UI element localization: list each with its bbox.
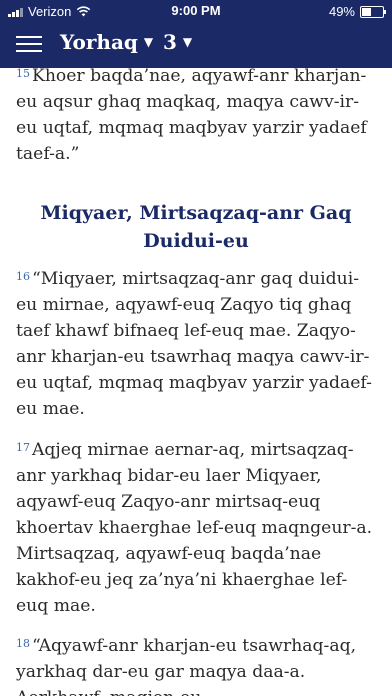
verse-number[interactable]: 18 bbox=[16, 637, 30, 650]
top-bar: Verizon 9:00 PM 49% Yorhaq ▼ 3 ▼ bbox=[0, 0, 392, 68]
chapter-number: 3 bbox=[163, 30, 177, 54]
battery-icon bbox=[360, 5, 386, 18]
verse-text: “Miqyaer, mirtsaqzaq-anr gaq duidui-eu m… bbox=[16, 269, 372, 419]
section-heading: Miqyaer, Mirtsaqzaq-anr Gaq Duidui-eu bbox=[40, 202, 352, 252]
reading-pane[interactable]: 15 Khoer baqda’nae, aqyawf-anr kharjan-eu… bbox=[0, 68, 392, 696]
chevron-down-icon: ▼ bbox=[143, 35, 154, 49]
battery-percent: 49% bbox=[328, 4, 355, 19]
status-bar: Verizon 9:00 PM 49% bbox=[0, 0, 392, 22]
verse-number[interactable]: 16 bbox=[16, 270, 30, 283]
verse-number[interactable]: 17 bbox=[16, 441, 30, 454]
verse-16: 16 “Miqyaer, mirtsaqzaq-anr gaq duidui-eu… bbox=[16, 266, 376, 422]
verse-17: 17 Aqjeq mirnae aernar-aq, mirtsaqzaq-anr… bbox=[16, 437, 376, 619]
verse-15: 15 Khoer baqda’nae, aqyawf-anr kharjan-eu… bbox=[16, 68, 376, 167]
verse-18: 18 “Aqyawf-anr kharjan-eu tsawrhaq-aq, ya… bbox=[16, 633, 376, 696]
nav-row: Yorhaq ▼ 3 ▼ bbox=[0, 26, 392, 64]
chapter-selector[interactable]: 3 ▼ bbox=[163, 30, 192, 54]
menu-icon[interactable] bbox=[16, 34, 42, 54]
verse-text: Khoer baqda’nae, aqyawf-anr kharjan-eu a… bbox=[16, 68, 367, 164]
verse-text: “Aqyawf-anr kharjan-eu tsawrhaq-aq, yark… bbox=[16, 636, 357, 696]
chevron-down-icon: ▼ bbox=[182, 35, 193, 49]
book-selector[interactable]: Yorhaq ▼ bbox=[60, 30, 153, 54]
book-name: Yorhaq bbox=[60, 30, 138, 54]
verse-text: Aqjeq mirnae aernar-aq, mirtsaqzaq-anr y… bbox=[16, 440, 373, 616]
verse-number[interactable]: 15 bbox=[16, 68, 30, 80]
